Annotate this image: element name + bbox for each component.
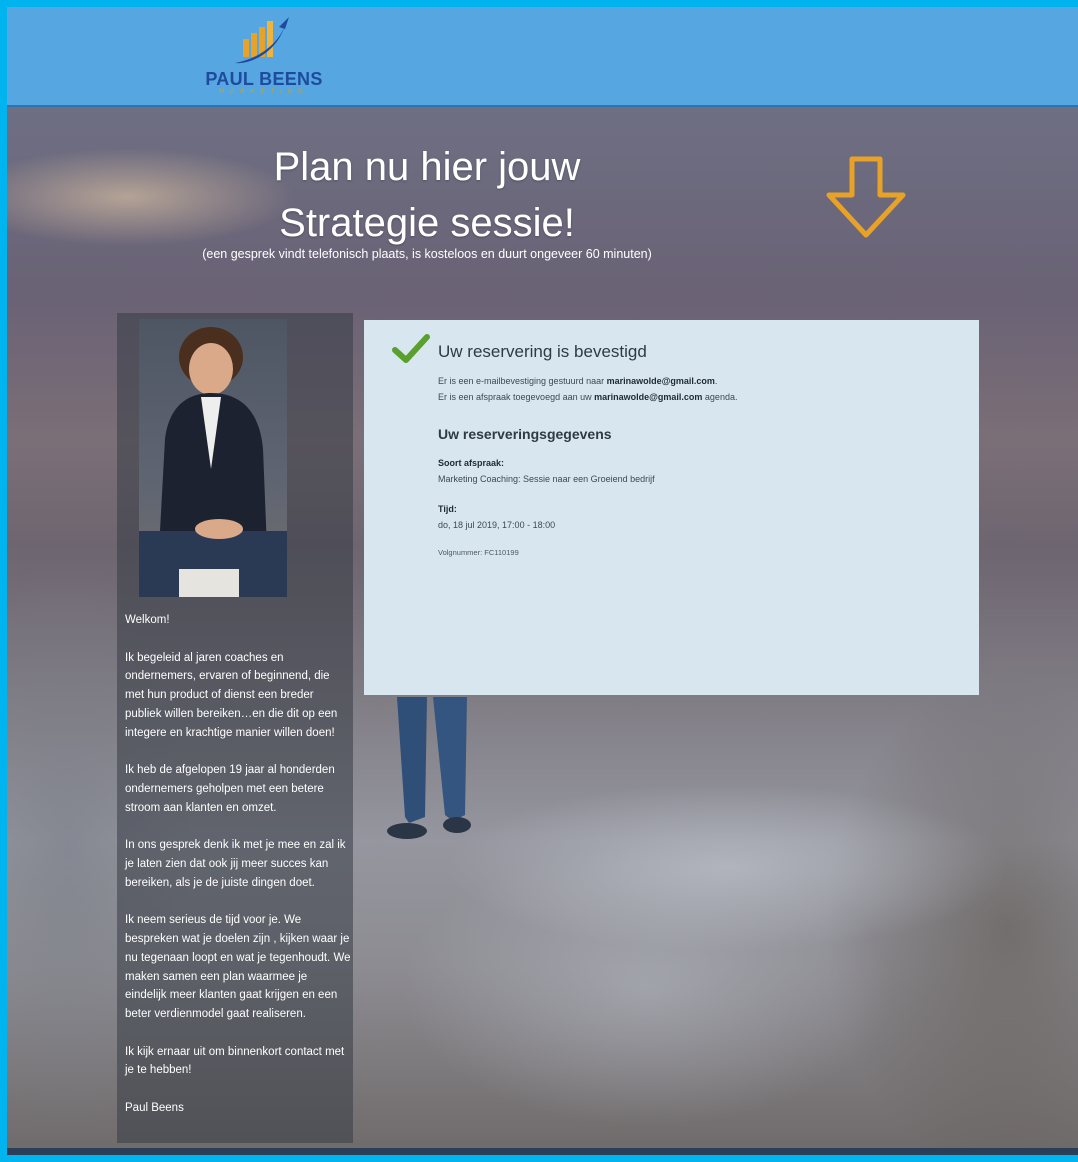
agenda-line-suffix: agenda. bbox=[702, 392, 738, 402]
intro-paragraph: Ik neem serieus de tijd voor je. We besp… bbox=[125, 914, 351, 1020]
checkmark-icon bbox=[392, 334, 430, 363]
booking-reference: Volgnummer: FC110199 bbox=[438, 548, 519, 557]
appointment-time-field: Tijd: do, 18 jul 2019, 17:00 - 18:00 bbox=[438, 501, 555, 533]
hero-section: Plan nu hier jouw Strategie sessie! (een… bbox=[7, 107, 1078, 1155]
background-figure-legs bbox=[387, 697, 477, 847]
arrow-down-outline-icon bbox=[826, 156, 906, 238]
appointment-time-value: do, 18 jul 2019, 17:00 - 18:00 bbox=[438, 520, 556, 530]
email-line-text: Er is een e-mailbevestiging gestuurd naa… bbox=[438, 376, 607, 386]
email-confirmation-line: Er is een e-mailbevestiging gestuurd naa… bbox=[438, 373, 737, 389]
appointment-time-label: Tijd: bbox=[438, 504, 457, 514]
agenda-line-text: Er is een afspraak toegevoegd aan uw bbox=[438, 392, 595, 402]
confirmation-messages: Er is een e-mailbevestiging gestuurd naa… bbox=[438, 373, 737, 405]
site-header: PAUL BEENS MARKETING bbox=[7, 7, 1078, 107]
bar-chart-swoosh-icon bbox=[235, 17, 289, 64]
hero-subtitle: (een gesprek vindt telefonisch plaats, i… bbox=[202, 247, 652, 261]
intro-paragraph: Ik kijk ernaar uit om binnenkort contact… bbox=[125, 1045, 345, 1077]
brand-tagline: MARKETING bbox=[219, 89, 309, 95]
hero-title-line-2: Strategie sessie! bbox=[279, 201, 575, 245]
hero-title: Plan nu hier jouw Strategie sessie! bbox=[207, 139, 647, 251]
agenda-confirmation-line: Er is een afspraak toegevoegd aan uw mar… bbox=[438, 389, 737, 405]
agenda-email: marinawolde@gmail.com bbox=[594, 392, 703, 402]
reservation-details-heading: Uw reserveringsgegevens bbox=[438, 426, 612, 442]
brand-name: PAUL BEENS bbox=[205, 69, 323, 89]
portrait-photo bbox=[139, 319, 287, 597]
appointment-type-field: Soort afspraak: Marketing Coaching: Sess… bbox=[438, 455, 655, 487]
brand-logo[interactable]: PAUL BEENS MARKETING bbox=[199, 13, 329, 99]
appointment-type-value: Marketing Coaching: Sessie naar een Groe… bbox=[438, 474, 655, 484]
intro-signature: Paul Beens bbox=[125, 1102, 184, 1115]
page-frame: PAUL BEENS MARKETING Plan nu hier jouw S… bbox=[7, 7, 1078, 1155]
intro-greeting: Welkom! bbox=[125, 614, 170, 626]
hero-title-line-1: Plan nu hier jouw bbox=[273, 145, 581, 189]
booking-confirmation-card: Uw reservering is bevestigd Er is een e-… bbox=[364, 320, 979, 695]
appointment-type-label: Soort afspraak: bbox=[438, 458, 505, 468]
confirmation-email: marinawolde@gmail.com bbox=[606, 376, 715, 386]
intro-paragraph: Ik heb de afgelopen 19 jaar al honderden… bbox=[125, 764, 335, 814]
intro-paragraph: Ik begeleid al jaren coaches en ondernem… bbox=[125, 651, 338, 739]
intro-text: Welkom! Ik begeleid al jaren coaches en … bbox=[125, 611, 351, 1137]
footer-band bbox=[7, 1148, 1078, 1155]
intro-paragraph: In ons gesprek denk ik met je mee en zal… bbox=[125, 839, 346, 889]
confirmation-title: Uw reservering is bevestigd bbox=[438, 342, 647, 361]
email-line-suffix: . bbox=[714, 376, 718, 386]
intro-panel: Welkom! Ik begeleid al jaren coaches en … bbox=[117, 313, 353, 1143]
